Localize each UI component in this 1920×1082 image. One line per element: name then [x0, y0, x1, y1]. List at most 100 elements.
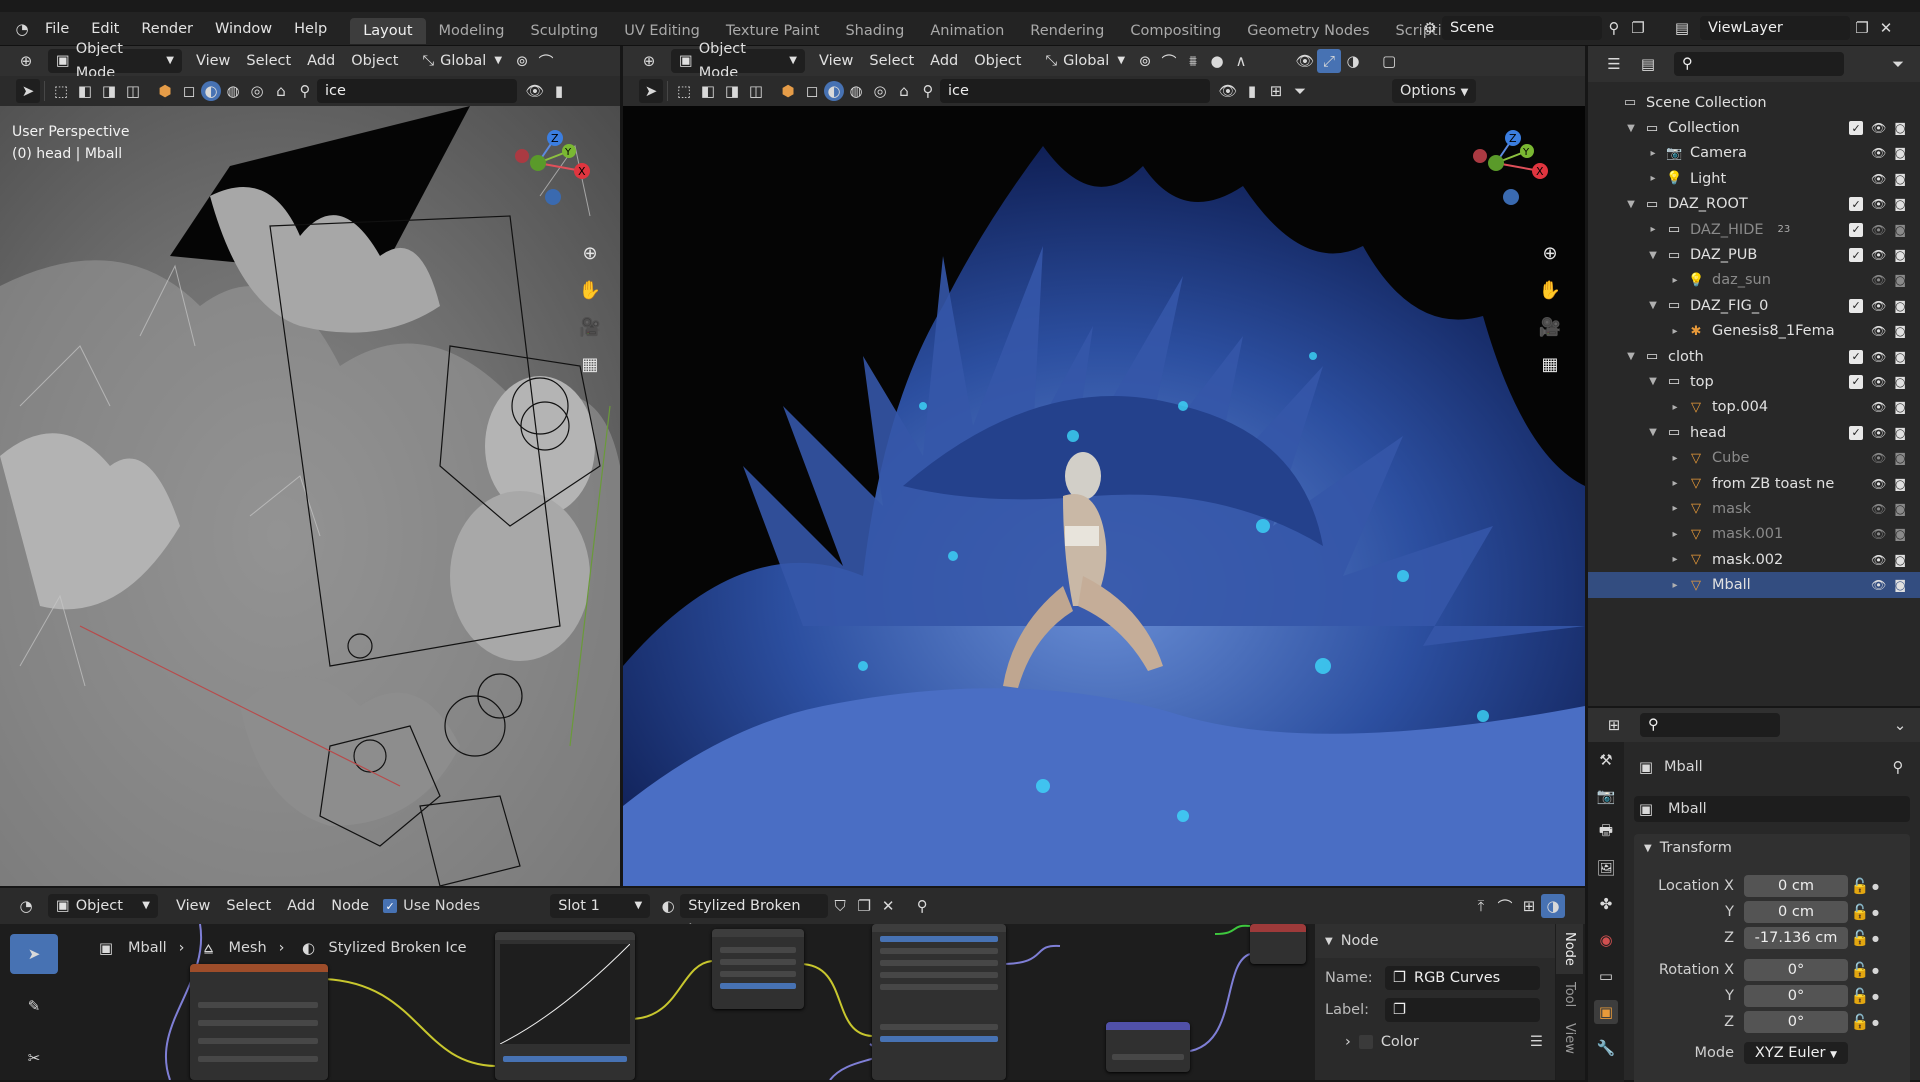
expand-toggle-icon[interactable]: ▼: [1646, 376, 1660, 387]
navigation-gizmo-right[interactable]: Z X Y: [1463, 116, 1558, 226]
outliner-row[interactable]: ▼ ▭ DAZ_FIG_0 ✓ 👁 ◙: [1588, 293, 1920, 318]
eye-icon[interactable]: 👁: [1871, 451, 1886, 465]
snap-icon-right[interactable]: ⌒: [1157, 49, 1181, 73]
rotation-x-field[interactable]: 0°: [1744, 959, 1848, 981]
render-camera-icon[interactable]: ◙: [1894, 197, 1906, 211]
solid-shading-icon-right[interactable]: ◐: [824, 81, 844, 101]
search-input[interactable]: ice: [317, 79, 517, 103]
node-panel-header[interactable]: ▼ Node: [1315, 924, 1555, 958]
node-object-dropdown[interactable]: ▣ Object ▼: [48, 894, 158, 918]
outliner-row[interactable]: ▸ ▽ mask.002 👁 ◙: [1588, 547, 1920, 572]
camera-view-icon-right[interactable]: 🎥: [1533, 310, 1567, 344]
output-tab-icon[interactable]: 🖶: [1594, 820, 1618, 844]
lock-icon[interactable]: 🔓: [1848, 900, 1872, 924]
use-nodes-toggle[interactable]: ✓ Use Nodes: [383, 898, 480, 914]
outliner-row[interactable]: ▼ ▭ DAZ_PUB ✓ 👁 ◙: [1588, 242, 1920, 267]
eye-icon[interactable]: 👁: [1871, 146, 1886, 160]
render-camera-icon[interactable]: ◙: [1894, 248, 1906, 262]
eye-icon[interactable]: 👁: [1871, 578, 1886, 592]
expand-toggle-icon[interactable]: ▸: [1668, 503, 1682, 514]
view-layer-tab-icon[interactable]: 🖼: [1594, 856, 1618, 880]
keyframe-dot-icon[interactable]: ●: [1872, 908, 1879, 917]
eye-icon[interactable]: 👁: [1871, 273, 1886, 287]
outliner-row[interactable]: ▸ ▽ mask.001 👁 ◙: [1588, 522, 1920, 547]
nodeEditor-menu-node[interactable]: Node: [323, 894, 377, 918]
search-input-right[interactable]: ice: [940, 79, 1210, 103]
expand-toggle-icon[interactable]: ▸: [1646, 224, 1660, 235]
expand-toggle-icon[interactable]: ▸: [1668, 326, 1682, 337]
mode-dropdown[interactable]: ▣ Object Mode ▼: [48, 41, 182, 81]
viewportR-menu-object[interactable]: Object: [966, 49, 1029, 73]
node-rgb-curves[interactable]: [495, 932, 635, 1080]
outliner-row[interactable]: ▸ ▽ Mball 👁 ◙: [1588, 572, 1920, 598]
camera-view-icon[interactable]: 🎥: [573, 310, 607, 344]
node-principled-bsdf[interactable]: [872, 924, 1006, 1080]
node-color-list-icon[interactable]: ☰: [1530, 1034, 1543, 1050]
tab-compositing[interactable]: Compositing: [1117, 18, 1234, 44]
pan-hand-icon-right[interactable]: ✋: [1533, 273, 1567, 307]
lock-icon[interactable]: 🔓: [1848, 984, 1872, 1008]
keyframe-dot-icon[interactable]: ●: [1872, 966, 1879, 975]
outliner-row[interactable]: ▸ ▽ top.004 👁 ◙: [1588, 395, 1920, 420]
node-label-field[interactable]: ❐: [1385, 998, 1540, 1022]
pan-hand-icon[interactable]: ✋: [573, 273, 607, 307]
gizmo-toggle-icon[interactable]: ⤢: [1317, 49, 1342, 73]
viewportL-menu-view[interactable]: View: [188, 49, 238, 73]
pin-icon[interactable]: ⚲: [1602, 16, 1626, 40]
expand-toggle-icon[interactable]: ▸: [1646, 173, 1660, 184]
select-invert-icon[interactable]: ◫: [121, 79, 145, 103]
display-mode-icon[interactable]: ▤: [1636, 52, 1660, 76]
nodeEditor-menu-select[interactable]: Select: [218, 894, 279, 918]
collection-tab-icon[interactable]: ▭: [1594, 964, 1618, 988]
ortho-grid-icon-right[interactable]: ▦: [1533, 347, 1567, 381]
outliner-row[interactable]: ▸ 💡 Light 👁 ◙: [1588, 166, 1920, 191]
expand-toggle-icon[interactable]: ▸: [1668, 554, 1682, 565]
render-camera-icon[interactable]: ◙: [1894, 451, 1906, 465]
render-camera-icon[interactable]: ◙: [1894, 426, 1906, 440]
select-box-icon[interactable]: ⬚: [49, 79, 73, 103]
tab-layout[interactable]: Layout: [350, 17, 426, 44]
render-camera-icon[interactable]: ◙: [1894, 146, 1906, 160]
snap-icon[interactable]: ⌒: [534, 49, 558, 73]
scene-tab-icon[interactable]: ✤: [1594, 892, 1618, 916]
eye-icon[interactable]: 👁: [1871, 527, 1886, 541]
slot-dropdown[interactable]: Slot 1 ▼: [550, 894, 651, 918]
shading-filter-icon-right[interactable]: ⬢: [776, 79, 800, 103]
lock-icon[interactable]: 🔓: [1848, 958, 1872, 982]
material-shading-icon[interactable]: ◍: [221, 79, 245, 103]
filter-icon-right[interactable]: ⏷: [1288, 79, 1312, 103]
editor-type-icon-right[interactable]: ⊕: [637, 49, 661, 73]
viewport-visibility-icon[interactable]: 👁: [1293, 49, 1317, 73]
rotation-mode-dropdown[interactable]: XYZ Euler ▼: [1744, 1042, 1848, 1064]
extra-icon-right[interactable]: ⌂: [892, 79, 916, 103]
outliner-row[interactable]: ▼ ▭ top ✓ 👁 ◙: [1588, 369, 1920, 394]
expand-toggle-icon[interactable]: ▼: [1624, 123, 1638, 134]
keyframe-dot-icon[interactable]: ●: [1872, 882, 1879, 891]
tab-uv-editing[interactable]: UV Editing: [611, 18, 713, 44]
zoom-icon[interactable]: ⊕: [573, 236, 607, 270]
eye-icon[interactable]: 👁: [1871, 553, 1886, 567]
render-camera-icon[interactable]: ◙: [1894, 502, 1906, 516]
outliner-row[interactable]: ▼ ▭ cloth ✓ 👁 ◙: [1588, 344, 1920, 369]
rotation-y-field[interactable]: 0°: [1744, 985, 1848, 1007]
rotation-z-field[interactable]: 0°: [1744, 1011, 1848, 1033]
tab-animation[interactable]: Animation: [917, 18, 1017, 44]
menu-help[interactable]: Help: [283, 12, 338, 46]
fake-user-icon[interactable]: ⛉: [828, 894, 852, 918]
pin-node-tree-icon[interactable]: ⚲: [910, 894, 934, 918]
outliner-row[interactable]: ▸ ▭ DAZ_HIDE 23 ✓ 👁 ◙: [1588, 217, 1920, 242]
zoom-icon-right[interactable]: ⊕: [1533, 236, 1567, 270]
select-tool-icon-right[interactable]: ➤: [639, 79, 663, 103]
object-tab-icon[interactable]: ▣: [1594, 1000, 1618, 1024]
location-x-field[interactable]: 0 cm: [1744, 875, 1848, 897]
keyframe-dot-icon[interactable]: ●: [1872, 934, 1879, 943]
render-camera-icon[interactable]: ◙: [1894, 121, 1906, 135]
outliner-row[interactable]: ▸ ▽ Cube 👁 ◙: [1588, 445, 1920, 470]
node-hue-saturation[interactable]: [712, 929, 804, 1009]
pivot-icon-right[interactable]: ⊚: [1133, 49, 1157, 73]
viewportL-menu-add[interactable]: Add: [299, 49, 343, 73]
lock-icon[interactable]: 🔓: [1848, 1010, 1872, 1034]
visibility-icon[interactable]: 👁: [523, 79, 547, 103]
expand-toggle-icon[interactable]: ▸: [1668, 580, 1682, 591]
eye-icon[interactable]: 👁: [1871, 299, 1886, 313]
